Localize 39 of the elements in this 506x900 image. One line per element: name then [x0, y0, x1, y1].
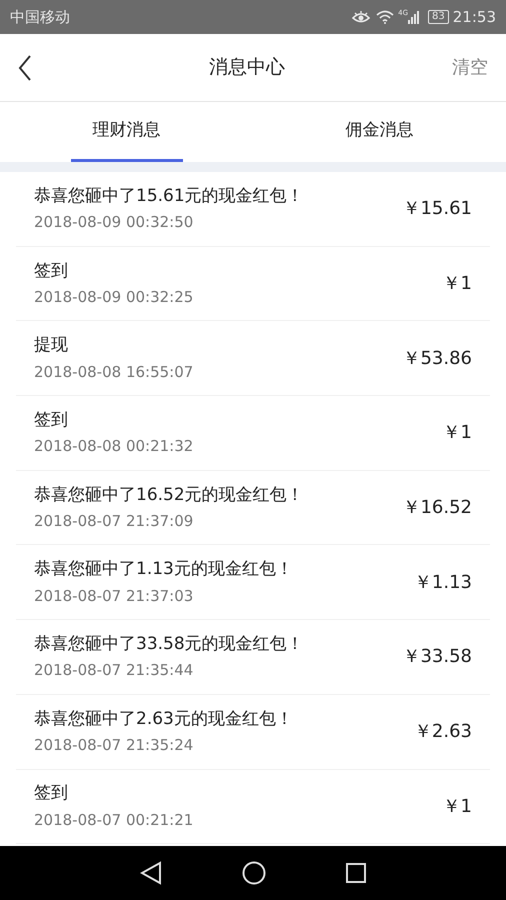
message-amount: ￥1	[442, 794, 472, 819]
message-time: 2018-08-09 00:32:50	[34, 212, 194, 234]
tab[interactable]: 佣金消息	[324, 102, 436, 162]
message-time: 2018-08-07 21:37:03	[34, 586, 194, 607]
message-amount: ￥2.63	[414, 720, 472, 744]
message-time: 2018-08-07 21:35:24	[34, 735, 194, 756]
signal-icon	[408, 10, 420, 24]
home-icon[interactable]	[242, 861, 266, 885]
message-amount: ￥1	[442, 421, 472, 446]
message-title: 签到	[34, 782, 69, 806]
battery-level: 83	[428, 10, 449, 24]
message-amount: ￥53.86	[402, 346, 472, 371]
message-title: 签到	[34, 408, 69, 432]
message-amount: ￥15.61	[402, 197, 472, 222]
message-amount: ￥1.13	[414, 570, 472, 595]
message-time: 2018-08-07 21:35:44	[34, 660, 194, 682]
clock: 21:53	[452, 6, 496, 28]
message-title: 恭喜您砸中了2.63元的现金红包！	[34, 708, 294, 731]
recent-apps-icon[interactable]	[346, 863, 366, 883]
back-icon[interactable]	[140, 861, 162, 885]
message-time: 2018-08-08 00:21:32	[34, 436, 194, 458]
message-title: 恭喜您砸中了15.61元的现金红包！	[34, 184, 305, 208]
message-amount: ￥16.52	[402, 496, 472, 520]
message-title: 签到	[34, 260, 69, 283]
eye-icon	[352, 10, 370, 24]
message-time: 2018-08-07 21:37:09	[34, 511, 194, 532]
message-title: 提现	[34, 334, 69, 358]
message-title: 恭喜您砸中了16.52元的现金红包！	[34, 484, 305, 507]
clear-button[interactable]: 清空	[452, 54, 488, 81]
message-title: 恭喜您砸中了33.58元的现金红包！	[34, 632, 305, 656]
wifi-icon	[376, 10, 394, 24]
message-amount: ￥33.58	[402, 645, 472, 670]
message-title: 恭喜您砸中了1.13元的现金红包！	[34, 558, 294, 582]
carrier-name: 中国移动	[10, 6, 70, 28]
message-time: 2018-08-07 00:21:21	[34, 810, 194, 831]
message-time: 2018-08-09 00:32:25	[34, 287, 194, 308]
page-title: 消息中心	[208, 55, 286, 80]
message-time: 2018-08-08 16:55:07	[34, 362, 194, 383]
message-amount: ￥1	[442, 272, 472, 296]
